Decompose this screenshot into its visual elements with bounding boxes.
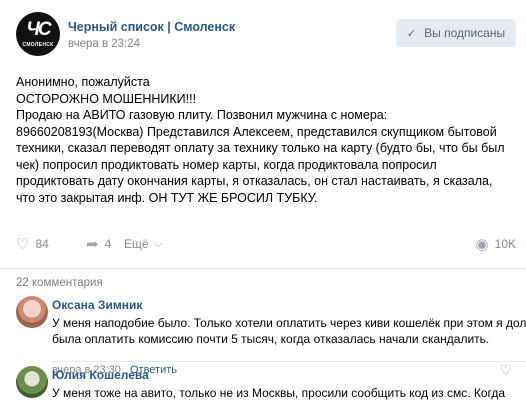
group-name-link[interactable]: Черный список | Смоленск [68,20,235,34]
post-actions: ♡ 84 ➦ 4 Ещё ⌵ ◉ 10K [16,232,516,256]
post-text-line: чек) попросил продиктовать номер карты, … [16,157,437,172]
share-button[interactable]: ➦ 4 [86,232,111,256]
share-icon: ➦ [86,236,99,253]
share-count: 4 [104,237,112,251]
like-button[interactable]: ♡ 84 [16,232,49,256]
comment-text-line: У меня наподобие было. Только хотели опл… [52,316,526,330]
comment-text: У меня тоже на авито, только не из Москв… [52,386,514,400]
post-text-line: Продаю на АВИТО газовую плиту. Позвонил … [16,108,388,122]
group-avatar[interactable]: ЧС СМОЛЕНСК [16,12,60,56]
post-text-line: ОСТОРОЖНО МОШЕННИКИ!!! [16,91,197,106]
comment-divider [52,361,526,362]
avatar-logo-subtext: СМОЛЕНСК [22,42,54,48]
comment-author[interactable]: Оксана Зимник [52,298,142,312]
divider [0,268,526,269]
more-label: Ещё [124,237,149,251]
post-text: Анонимно, пожалуйста ОСТОРОЖНО МОШЕННИКИ… [16,74,516,206]
heart-icon: ♡ [16,236,30,253]
post-time[interactable]: вчера в 23:24 [68,38,140,50]
comments-count[interactable]: 22 комментария [16,277,103,289]
comment-avatar[interactable] [16,296,48,328]
comment-text: У меня наподобие было. Только хотели опл… [52,316,526,347]
subscribed-button[interactable]: ✓ Вы подписаны [396,19,516,47]
like-count: 84 [35,237,49,251]
post-text-line: что это закрытая инф. ОН ТУТ ЖЕ БРОСИЛ Т… [16,190,318,205]
comment-text-line: была оплатить комиссию почти 5 тысяч, ко… [52,331,490,346]
post-header: ЧС СМОЛЕНСК Черный список | Смоленск вче… [16,10,516,60]
post-text-line: продиктовать дату окончания карты, я отк… [16,174,493,188]
comment-avatar[interactable] [16,366,48,398]
check-icon: ✓ [406,27,417,40]
post-text-line: Анонимно, пожалуйста [16,75,150,89]
eye-icon: ◉ [475,236,489,253]
subscribed-label: Вы подписаны [424,26,506,40]
more-button[interactable]: Ещё ⌵ [124,232,162,256]
comment: Оксана Зимник У меня наподобие было. Тол… [16,296,526,378]
avatar-logo-text: ЧС [26,19,51,40]
post-text-line: техники, сказал переводят оплату за техн… [16,141,505,155]
post-text-line: 89660208193(Москва) Представился Алексее… [16,124,497,139]
views-count: 10K [494,237,516,251]
chevron-down-icon: ⌵ [154,238,163,250]
comment-text-line: У меня тоже на авито, только не из Москв… [52,386,506,400]
views-counter: ◉ 10K [476,232,516,256]
comment: Юлия Кошелева У меня тоже на авито, толь… [16,366,516,400]
comment-author[interactable]: Юлия Кошелева [52,368,149,382]
